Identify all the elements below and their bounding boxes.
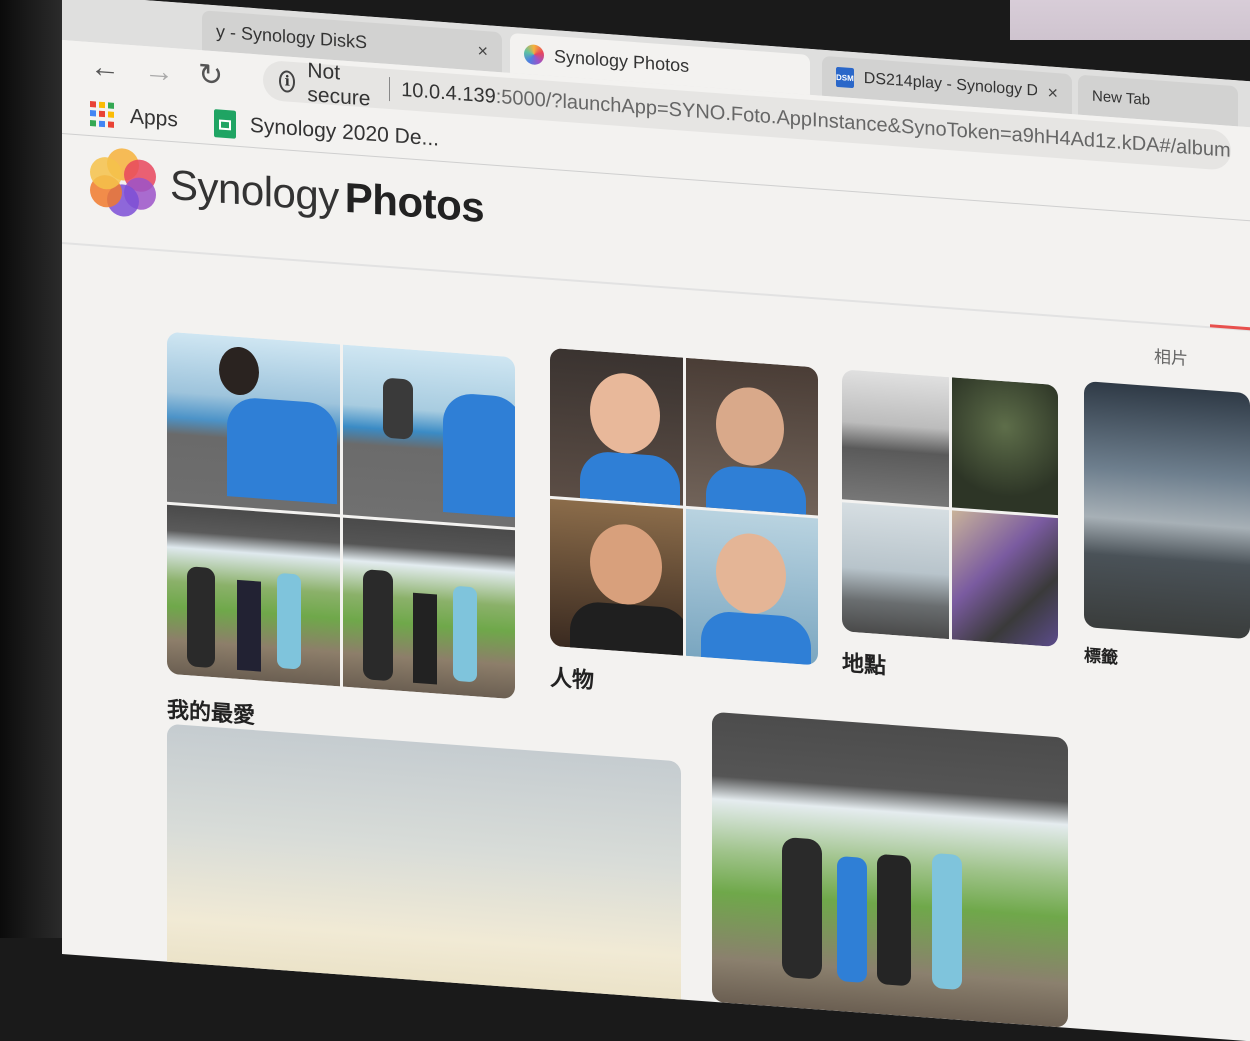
bookmark-synology-2020[interactable]: Synology 2020 De... xyxy=(213,108,439,154)
album-title: 人物 xyxy=(550,664,595,694)
apps-grid-icon xyxy=(90,100,116,129)
photo-thumbnail xyxy=(685,508,818,666)
photo-thumbnail xyxy=(842,369,949,507)
album-title: 地點 xyxy=(842,650,887,679)
album-tags[interactable]: 標籤 xyxy=(1084,381,1250,668)
photo-thumbnail xyxy=(167,723,681,1022)
photo-thumbnail xyxy=(951,377,1058,515)
album-thumbnail-grid xyxy=(550,347,818,666)
album-cover-sky[interactable] xyxy=(167,723,681,1022)
close-icon[interactable]: × xyxy=(477,40,488,62)
photo-thumbnail xyxy=(1084,381,1250,640)
photo-thumbnail xyxy=(550,347,683,506)
tab-title: Synology Photos xyxy=(554,45,690,76)
browser-window: y - Synology DiskS × Synology Photos DSM… xyxy=(62,0,1250,1041)
tab-title: New Tab xyxy=(1092,87,1151,109)
background-wall xyxy=(1010,0,1250,40)
synology-photos-logo-icon xyxy=(90,146,156,218)
dsm-icon: DSM xyxy=(836,66,854,89)
url-host: 10.0.4.139 xyxy=(401,78,496,108)
back-arrow-icon[interactable]: ← xyxy=(90,50,120,85)
monitor-bezel xyxy=(0,0,62,938)
info-icon[interactable]: i xyxy=(279,69,296,94)
photo-thumbnail xyxy=(342,344,515,527)
album-title: 標籤 xyxy=(1084,646,1118,668)
photo-thumbnail xyxy=(167,504,340,687)
photo-thumbnail xyxy=(712,711,1068,1028)
bookmark-label: Apps xyxy=(130,104,178,132)
album-thumbnail-grid xyxy=(842,369,1058,648)
album-people[interactable]: 人物 xyxy=(550,347,818,693)
photo-thumbnail xyxy=(685,357,818,516)
tab-photos[interactable]: 相片 xyxy=(1154,342,1188,369)
album-favorites[interactable]: 我的最愛 xyxy=(167,331,515,728)
app-title: Synology Photos xyxy=(170,161,484,232)
google-sheets-icon xyxy=(213,108,236,139)
close-icon[interactable]: × xyxy=(1047,82,1058,104)
photo-thumbnail xyxy=(550,498,683,656)
brand-light: Synology xyxy=(170,160,339,221)
security-label: Not secure xyxy=(307,59,371,111)
bookmark-apps[interactable]: Apps xyxy=(90,100,178,133)
tab-title: y - Synology DiskS xyxy=(216,20,368,52)
album-thumbnail-grid xyxy=(167,331,515,700)
forward-arrow-icon[interactable]: → xyxy=(144,54,174,89)
photo-thumbnail xyxy=(951,509,1058,648)
bookmark-label: Synology 2020 De... xyxy=(249,113,439,151)
album-cover-tent[interactable] xyxy=(712,711,1068,1028)
brand-bold: Photos xyxy=(344,173,485,231)
synology-photos-favicon-icon xyxy=(524,43,544,66)
divider xyxy=(388,76,390,102)
photo-thumbnail xyxy=(167,331,340,514)
header-divider xyxy=(62,242,1250,332)
album-places[interactable]: 地點 xyxy=(842,369,1058,679)
photo-thumbnail xyxy=(342,517,515,700)
photo-thumbnail xyxy=(842,501,949,640)
tab-title: DS214play - Synology DiskStation xyxy=(863,69,1038,101)
reload-icon[interactable]: ↻ xyxy=(198,58,223,93)
